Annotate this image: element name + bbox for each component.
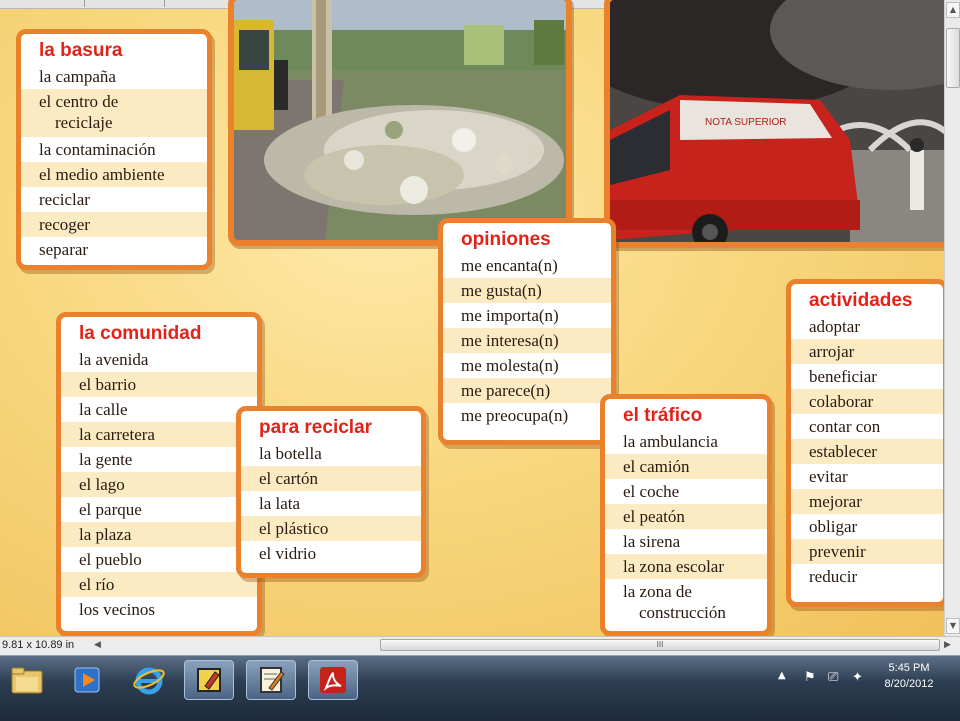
vocab-item: el barrio [61, 372, 257, 397]
vocab-item: el parque [79, 500, 142, 519]
vocab-item: la avenida [79, 350, 149, 369]
vocab-item: colaborar [791, 389, 943, 414]
vocab-item: me importa(n) [461, 306, 559, 325]
horizontal-scroll-thumb[interactable]: III [380, 639, 940, 651]
box-title-trafico: el tráfico [623, 405, 703, 426]
box-title-actividades: actividades [809, 290, 913, 311]
horizontal-scrollbar[interactable]: III [110, 639, 940, 652]
vocab-box-reciclar: para reciclar la botella el cartón la la… [236, 406, 426, 578]
vertical-scrollbar[interactable]: ▲ ▼ [944, 0, 960, 636]
status-bar: 9.81 x 10.89 in ◀ III ▶ [0, 636, 960, 655]
app-icon[interactable] [184, 660, 234, 700]
flag-icon[interactable]: ⚑ [804, 670, 816, 685]
vocab-item: me gusta(n) [443, 278, 611, 303]
vocab-item: la calle [79, 400, 128, 419]
vocab-item: el lago [61, 472, 257, 497]
box-title-opiniones: opiniones [461, 229, 551, 250]
vocab-item: adoptar [809, 317, 860, 336]
vocab-item: el vidrio [259, 544, 317, 563]
scroll-down-arrow-icon[interactable]: ▼ [946, 618, 960, 634]
clock-time: 5:45 PM [888, 662, 930, 674]
vocab-item: el centro de reciclaje [21, 89, 207, 137]
vocab-item: contar con [809, 417, 881, 436]
vocab-item: la sirena [623, 532, 681, 551]
garbage-photo [228, 0, 572, 246]
vocab-item: la zona de construcción [623, 582, 726, 622]
vocab-box-basura: la basura la campaña el centro de recicla… [16, 29, 212, 270]
vocab-item: la zona escolar [605, 554, 767, 579]
taskbar: ▲ ⚑ ⎚ ✦ 5:45 PM 8/20/2012 [0, 655, 960, 721]
vocab-item: me parece(n) [443, 378, 611, 403]
vocab-item: me encanta(n) [461, 256, 558, 275]
scroll-right-arrow-icon[interactable]: ▶ [944, 639, 951, 650]
vocab-item: recoger [21, 212, 207, 237]
vocab-item: reciclar [39, 190, 90, 209]
vocab-box-comunidad: la comunidad la avenida el barrio la cal… [56, 312, 262, 636]
taskbar-clock[interactable]: 5:45 PM 8/20/2012 [866, 660, 952, 692]
vocab-item: la ambulancia [623, 432, 718, 451]
vocab-item: la campaña [39, 67, 116, 86]
box-title-basura: la basura [39, 40, 123, 61]
pdf-reader-icon[interactable] [308, 660, 358, 700]
vocab-item: me interesa(n) [443, 328, 611, 353]
vocab-item: me molesta(n) [461, 356, 559, 375]
vocab-item: el plástico [241, 516, 421, 541]
vocab-box-opiniones: opiniones me encanta(n) me gusta(n) me i… [438, 218, 616, 445]
show-hidden-icons-icon[interactable]: ▲ [778, 670, 786, 681]
vocab-item: el río [61, 572, 257, 597]
ambulance-lettering: NOTA SUPERIOR [705, 117, 787, 128]
dropbox-icon[interactable]: ✦ [852, 670, 863, 685]
vertical-scroll-thumb[interactable] [946, 28, 960, 88]
clock-date: 8/20/2012 [884, 678, 934, 690]
vocab-item: establecer [791, 439, 943, 464]
vocab-item: la botella [259, 444, 322, 463]
scroll-left-arrow-icon[interactable]: ◀ [94, 639, 101, 650]
vocab-item: la gente [79, 450, 133, 469]
vocab-item: el coche [623, 482, 680, 501]
vocab-item: los vecinos [79, 600, 156, 619]
vocab-item: la carretera [61, 422, 257, 447]
vocab-item: prevenir [791, 539, 943, 564]
network-icon[interactable]: ⎚ [828, 670, 838, 685]
vocab-item: el cartón [241, 466, 421, 491]
vocab-item: el peatón [605, 504, 767, 529]
vocab-item: el medio ambiente [21, 162, 207, 187]
vocab-item: la plaza [61, 522, 257, 547]
folder-icon[interactable] [2, 660, 52, 700]
vocab-item: la lata [259, 494, 301, 513]
vocab-item: el camión [605, 454, 767, 479]
page-dimensions: 9.81 x 10.89 in [2, 639, 75, 651]
box-title-reciclar: para reciclar [259, 417, 373, 438]
scroll-up-arrow-icon[interactable]: ▲ [946, 2, 960, 18]
vocab-item: beneficiar [809, 367, 877, 386]
vocab-item: evitar [809, 467, 848, 486]
vocab-item: el pueblo [79, 550, 142, 569]
vocab-item: mejorar [791, 489, 943, 514]
vocab-box-actividades: actividades adoptar arrojar beneficiar c… [786, 279, 944, 607]
box-title-comunidad: la comunidad [79, 323, 202, 344]
vocab-item: la contaminación [39, 140, 156, 159]
vocab-item: arrojar [791, 339, 943, 364]
vocab-item: reducir [809, 567, 858, 586]
notepad-icon[interactable] [246, 660, 296, 700]
vocab-item: me preocupa(n) [461, 406, 569, 425]
internet-explorer-icon[interactable] [124, 660, 174, 700]
media-player-icon[interactable] [62, 660, 112, 700]
ambulance-photo: NOTA SUPERIOR [604, 0, 944, 248]
vocab-item: obligar [809, 517, 858, 536]
document-page: NOTA SUPERIOR la basura la campaña el ce… [0, 0, 944, 636]
vocab-item: separar [39, 240, 89, 259]
vocab-box-trafico: el tráfico la ambulancia el camión el co… [600, 394, 772, 636]
